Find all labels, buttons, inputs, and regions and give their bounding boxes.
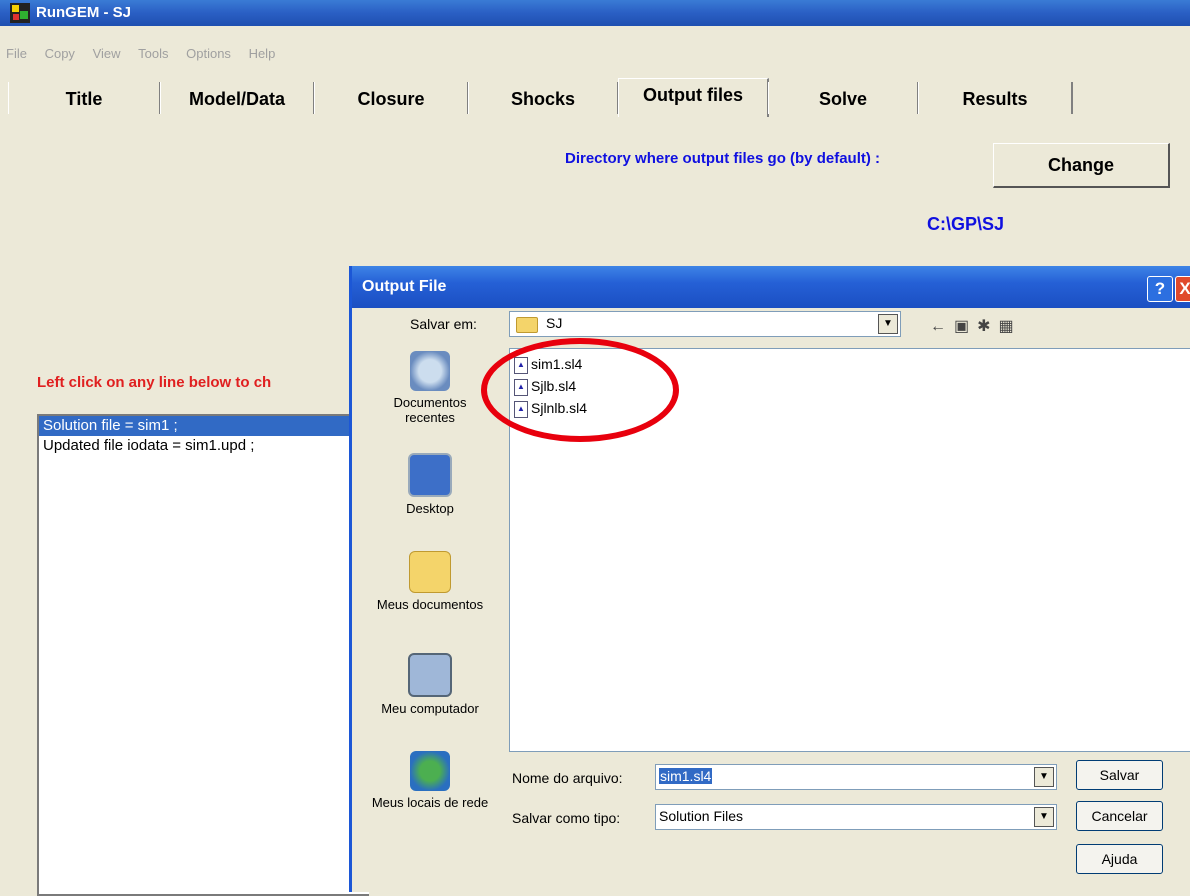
- output-file-dialog: Output File ? X Salvar em: SJ ▼ ←▣✱▦ Doc…: [349, 266, 1190, 892]
- place-label: Meu computador: [381, 701, 479, 716]
- dialog-titlebar: Output File ? X: [352, 266, 1190, 308]
- place-recent[interactable]: Documentos recentes: [370, 351, 490, 425]
- up-folder-icon[interactable]: ▣: [954, 318, 977, 335]
- output-lines-list: Solution file = sim1 ; Updated file ioda…: [37, 414, 369, 896]
- dialog-toolbar: ←▣✱▦: [930, 316, 1022, 336]
- window-title: RunGEM - SJ: [36, 4, 132, 21]
- place-label: Desktop: [406, 501, 454, 516]
- tab-solve[interactable]: Solve: [768, 82, 919, 114]
- menu-file[interactable]: File: [6, 46, 27, 61]
- place-computer[interactable]: Meu computador: [370, 653, 490, 716]
- tab-results[interactable]: Results: [918, 82, 1073, 114]
- menu-tools[interactable]: Tools: [138, 46, 168, 61]
- menu-help[interactable]: Help: [249, 46, 276, 61]
- view-menu-icon[interactable]: ▦: [999, 318, 1022, 335]
- save-in-dropdown[interactable]: SJ ▼: [509, 311, 901, 337]
- dialog-title: Output File: [362, 278, 447, 295]
- help-icon[interactable]: ?: [1147, 276, 1173, 302]
- tab-closure[interactable]: Closure: [314, 82, 469, 114]
- place-desktop[interactable]: Desktop: [370, 453, 490, 516]
- instruction-text: Left click on any line below to ch: [37, 374, 272, 391]
- place-network[interactable]: Meus locais de rede: [370, 751, 490, 810]
- output-directory-path: C:\GP\SJ: [927, 214, 1005, 234]
- cancel-button[interactable]: Cancelar: [1076, 801, 1163, 831]
- save-in-label: Salvar em:: [410, 316, 477, 332]
- place-label: Meus documentos: [376, 597, 484, 612]
- tab-title[interactable]: Title: [8, 82, 161, 114]
- folder-icon: [516, 317, 538, 333]
- network-globe-icon: [410, 751, 450, 791]
- documents-folder-icon: [409, 551, 451, 593]
- clock-icon: [410, 351, 450, 391]
- filetype-label: Salvar como tipo:: [512, 810, 621, 826]
- output-directory-label: Directory where output files go (by defa…: [565, 150, 881, 167]
- computer-icon: [408, 653, 452, 697]
- highlight-circle: [481, 338, 679, 442]
- new-folder-icon[interactable]: ✱: [977, 318, 998, 335]
- menu-copy[interactable]: Copy: [45, 46, 75, 61]
- place-documents[interactable]: Meus documentos: [370, 551, 490, 612]
- tab-model-data[interactable]: Model/Data: [160, 82, 315, 114]
- desktop-icon: [408, 453, 452, 497]
- window-titlebar: RunGEM - SJ: [0, 0, 1190, 26]
- close-icon[interactable]: X: [1175, 276, 1190, 302]
- list-item[interactable]: Updated file iodata = sim1.upd ;: [39, 436, 369, 456]
- place-label: Meus locais de rede: [371, 795, 489, 810]
- back-icon[interactable]: ←: [930, 318, 954, 335]
- chevron-down-icon[interactable]: ▼: [1034, 807, 1054, 827]
- filename-value: sim1.sl4: [659, 768, 713, 784]
- change-directory-button[interactable]: Change: [993, 143, 1170, 188]
- menu-options[interactable]: Options: [186, 46, 231, 61]
- save-button[interactable]: Salvar: [1076, 760, 1163, 790]
- menu-view[interactable]: View: [93, 46, 121, 61]
- filetype-value: Solution Files: [659, 808, 744, 824]
- chevron-down-icon[interactable]: ▼: [1034, 767, 1054, 787]
- tab-strip: Title Model/Data Closure Shocks Output f…: [8, 78, 1190, 117]
- help-button[interactable]: Ajuda: [1076, 844, 1163, 874]
- filename-label: Nome do arquivo:: [512, 770, 623, 786]
- filename-input[interactable]: sim1.sl4 ▼: [655, 764, 1057, 790]
- place-label: Documentos recentes: [393, 395, 467, 425]
- save-in-value: SJ: [546, 315, 563, 331]
- filetype-dropdown[interactable]: Solution Files ▼: [655, 804, 1057, 830]
- app-icon: [10, 3, 30, 23]
- chevron-down-icon[interactable]: ▼: [878, 314, 898, 334]
- list-item[interactable]: Solution file = sim1 ;: [39, 416, 369, 436]
- menu-bar: File Copy View Tools Options Help: [0, 46, 1190, 68]
- tab-shocks[interactable]: Shocks: [468, 82, 619, 114]
- tab-output-files[interactable]: Output files: [618, 78, 769, 117]
